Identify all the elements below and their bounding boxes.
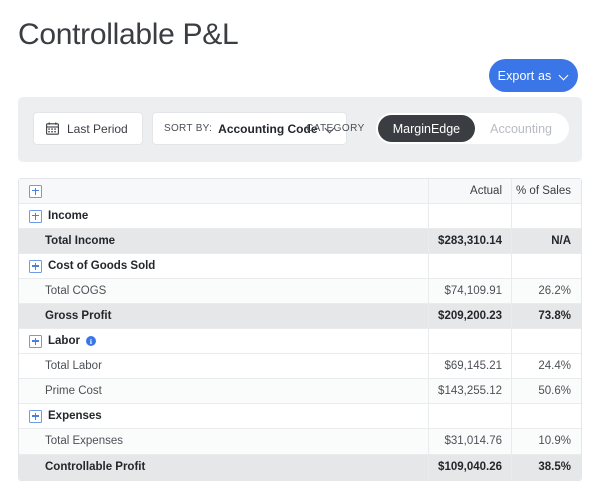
cell-actual: $74,109.91 (428, 279, 511, 303)
cell-actual (428, 254, 511, 278)
expand-plus-icon[interactable] (29, 260, 42, 273)
table-row: Total Expenses $31,014.7610.9% (19, 429, 581, 454)
row-label-text: Prime Cost (45, 385, 102, 397)
calendar-icon (46, 122, 59, 135)
table-row: Controllable Profit $109,040.2638.5% (19, 455, 581, 480)
cell-pct-of-sales (511, 329, 581, 353)
row-label-text: Gross Profit (45, 310, 111, 322)
table-row: Total Income $283,310.14N/A (19, 229, 581, 254)
cell-pct-of-sales: 73.8% (511, 304, 581, 328)
row-label-text: Expenses (48, 410, 102, 422)
cell-label: Total Income (19, 229, 428, 253)
cell-actual: $143,255.12 (428, 379, 511, 403)
category-option-marginedge[interactable]: MarginEdge (378, 115, 475, 142)
cell-label: Total COGS (19, 279, 428, 303)
row-label-text: Total COGS (45, 285, 106, 297)
filter-bar: Last Period SORT BY: Accounting Code CAT… (18, 97, 582, 162)
cell-pct-of-sales: 38.5% (511, 455, 581, 480)
export-as-button[interactable]: Export as (489, 59, 578, 92)
cell-label: Controllable Profit (19, 455, 428, 480)
cell-label: Labori (19, 329, 428, 353)
cell-actual (428, 329, 511, 353)
date-period-value: Last Period (67, 122, 128, 136)
table-row: Total Labor $69,145.2124.4% (19, 354, 581, 379)
table-row: Prime Cost $143,255.1250.6% (19, 379, 581, 404)
category-toggle: MarginEdge Accounting (376, 113, 569, 144)
page-header: Controllable P&L Export as (0, 0, 600, 97)
cell-pct-of-sales: 24.4% (511, 354, 581, 378)
info-icon[interactable]: i (86, 336, 96, 346)
cell-actual (428, 404, 511, 428)
page-title: Controllable P&L (18, 16, 238, 54)
table-row: Total COGS $74,109.9126.2% (19, 279, 581, 304)
sort-by-label: SORT BY: (164, 123, 212, 134)
table-row: Gross Profit $209,200.2373.8% (19, 304, 581, 329)
column-header-pct-of-sales: % of Sales (511, 179, 581, 203)
cell-pct-of-sales: 26.2% (511, 279, 581, 303)
row-label-text: Controllable Profit (45, 461, 145, 473)
cell-pct-of-sales: 10.9% (511, 429, 581, 453)
cell-actual: $209,200.23 (428, 304, 511, 328)
table-row: Expenses (19, 404, 581, 429)
category-option-accounting[interactable]: Accounting (475, 115, 567, 142)
row-label-text: Total Income (45, 235, 115, 247)
row-label-text: Total Expenses (45, 435, 123, 447)
cell-pct-of-sales (511, 254, 581, 278)
table-header-row: Actual% of Sales (19, 179, 581, 204)
table-row: Labori (19, 329, 581, 354)
cell-label: Gross Profit (19, 304, 428, 328)
expand-plus-icon[interactable] (29, 410, 42, 423)
cell-pct-of-sales (511, 204, 581, 228)
cell-label: Prime Cost (19, 379, 428, 403)
cell-actual: $31,014.76 (428, 429, 511, 453)
row-label-text: Labor (48, 335, 80, 347)
sort-by-value: Accounting Code (218, 122, 317, 136)
cell-actual: $283,310.14 (428, 229, 511, 253)
row-label-text: Cost of Goods Sold (48, 260, 155, 272)
row-label-text: Income (48, 210, 88, 222)
cell-actual: $69,145.21 (428, 354, 511, 378)
chevron-down-icon (560, 71, 569, 80)
profit-loss-table: Actual% of Sales Income Total Income $283,3… (18, 178, 582, 481)
expand-plus-icon[interactable] (29, 185, 42, 198)
category-label: CATEGORY (306, 123, 365, 134)
cell-label: Total Expenses (19, 429, 428, 453)
table-row: Cost of Goods Sold (19, 254, 581, 279)
cell-label: Total Labor (19, 354, 428, 378)
date-period-filter[interactable]: Last Period (33, 112, 143, 145)
cell-pct-of-sales (511, 404, 581, 428)
cell-label: Expenses (19, 404, 428, 428)
expand-plus-icon[interactable] (29, 210, 42, 223)
category-filter-group: CATEGORY MarginEdge Accounting (306, 112, 569, 145)
expand-plus-icon[interactable] (29, 335, 42, 348)
column-header-actual: Actual (428, 179, 511, 203)
cell-label (19, 179, 428, 203)
cell-label: Income (19, 204, 428, 228)
cell-label: Cost of Goods Sold (19, 254, 428, 278)
cell-pct-of-sales: N/A (511, 229, 581, 253)
row-label-text: Total Labor (45, 360, 102, 372)
cell-actual (428, 204, 511, 228)
cell-pct-of-sales: 50.6% (511, 379, 581, 403)
export-as-label: Export as (498, 69, 552, 83)
cell-actual: $109,040.26 (428, 455, 511, 480)
table-row: Income (19, 204, 581, 229)
